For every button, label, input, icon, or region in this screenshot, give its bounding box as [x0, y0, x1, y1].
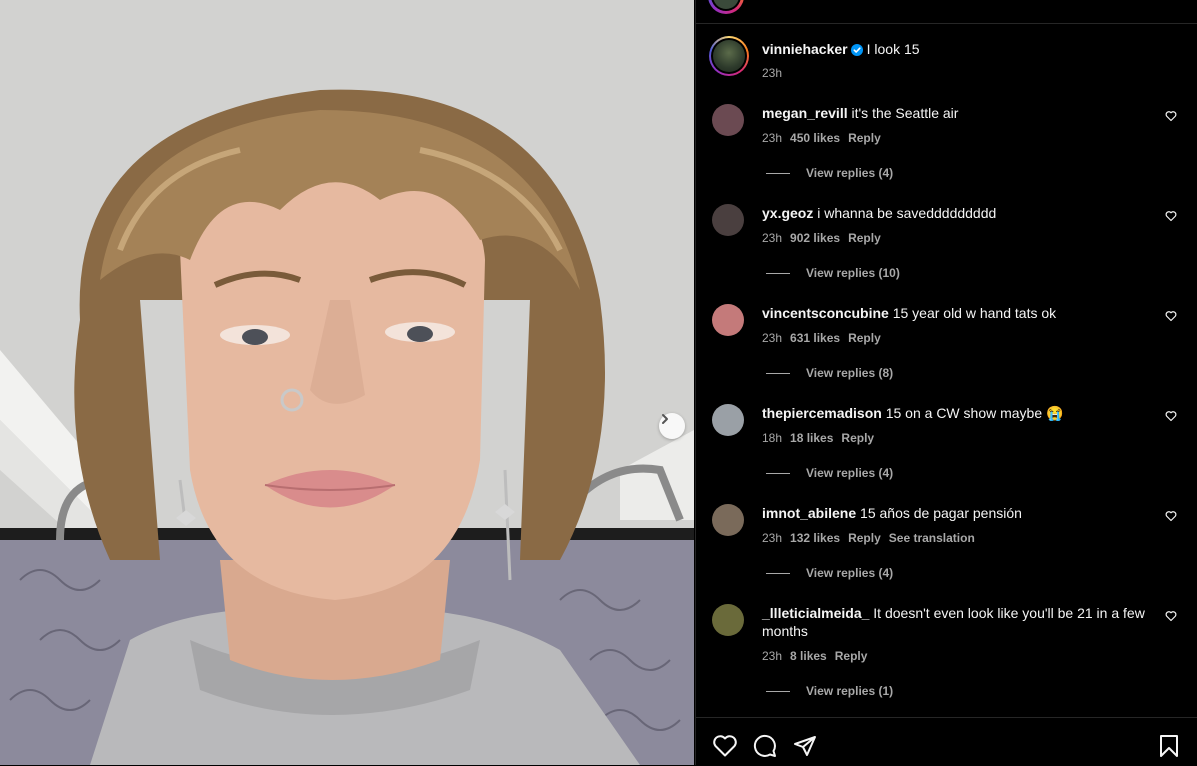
view-replies-button[interactable]: View replies (4)	[766, 466, 893, 480]
comment-meta: 23h 631 likes Reply	[762, 331, 889, 345]
view-replies-button[interactable]: View replies (8)	[766, 366, 893, 380]
author-username[interactable]: vinniehacker	[762, 41, 848, 57]
view-replies-button[interactable]: View replies (10)	[766, 266, 900, 280]
post-time: 23h	[762, 66, 783, 80]
view-replies-button[interactable]: View replies (1)	[766, 684, 893, 698]
comment-likes[interactable]: 450 likes	[790, 131, 840, 145]
heart-icon[interactable]	[1165, 510, 1177, 522]
share-icon[interactable]	[793, 734, 817, 758]
comment-meta: 18h 18 likes Reply	[762, 431, 882, 445]
comment-body: megan_revill it's the Seattle air	[762, 104, 1147, 122]
commenter-avatar[interactable]	[712, 604, 744, 636]
reply-button[interactable]: Reply	[848, 531, 881, 545]
heart-icon[interactable]	[1165, 610, 1177, 622]
commenter-username[interactable]: _llleticialmeida_	[762, 605, 869, 621]
heart-icon[interactable]	[1165, 310, 1177, 322]
comment-meta: 23h 902 likes Reply	[762, 231, 889, 245]
chevron-right-icon	[662, 414, 668, 424]
comment-body: vincentsconcubine 15 year old w hand tat…	[762, 304, 1147, 322]
comment-time: 23h	[762, 331, 783, 345]
comment-body: yx.geoz i whanna be saveddddddddd	[762, 204, 1147, 222]
comment-text: it's the Seattle air	[851, 105, 959, 121]
comment-text: 15 on a CW show maybe 😭	[885, 405, 1064, 421]
comment-meta: 23h 8 likes Reply	[762, 649, 875, 663]
view-replies-label: View replies (4)	[806, 566, 894, 580]
commenter-avatar[interactable]	[712, 104, 744, 136]
heart-icon[interactable]	[1165, 210, 1177, 222]
comment-time: 23h	[762, 131, 783, 145]
comment-time: 18h	[762, 431, 783, 445]
heart-icon[interactable]	[1165, 410, 1177, 422]
reply-button[interactable]: Reply	[848, 131, 881, 145]
commenter-avatar[interactable]	[712, 304, 744, 336]
view-replies-button[interactable]: View replies (4)	[766, 166, 893, 180]
commenter-avatar[interactable]	[712, 204, 744, 236]
view-replies-label: View replies (4)	[806, 166, 894, 180]
reply-button[interactable]: Reply	[848, 231, 881, 245]
reply-button[interactable]: Reply	[835, 649, 868, 663]
view-replies-label: View replies (8)	[806, 366, 894, 380]
view-replies-label: View replies (4)	[806, 466, 894, 480]
view-replies-label: View replies (1)	[806, 684, 894, 698]
view-replies-label: View replies (10)	[806, 266, 900, 280]
commenter-avatar[interactable]	[712, 404, 744, 436]
comment-likes[interactable]: 8 likes	[790, 649, 827, 663]
comment-meta: 23h 450 likes Reply	[762, 131, 889, 145]
commenter-username[interactable]: imnot_abilene	[762, 505, 856, 521]
comment-text: i whanna be saveddddddddd	[817, 205, 997, 221]
commenter-username[interactable]: thepiercemadison	[762, 405, 882, 421]
caption-text: I look 15	[866, 41, 920, 57]
comment-meta: 23h 132 likes Reply See translation	[762, 531, 983, 545]
comment-text: 15 años de pagar pensión	[860, 505, 1022, 521]
commenter-username[interactable]: vincentsconcubine	[762, 305, 889, 321]
post-action-bar	[696, 717, 1197, 766]
commenter-avatar[interactable]	[712, 504, 744, 536]
comment-likes[interactable]: 902 likes	[790, 231, 840, 245]
heart-icon[interactable]	[712, 734, 738, 758]
caption-text-row: vinniehacker I look 15	[762, 41, 920, 57]
reply-button[interactable]: Reply	[841, 431, 874, 445]
panel-header	[696, 0, 1197, 24]
comment-text: 15 year old w hand tats ok	[892, 305, 1057, 321]
comments-panel: vinniehacker I look 15 23h megan_revill i…	[695, 0, 1197, 765]
comment-time: 23h	[762, 649, 783, 663]
see-translation-button[interactable]: See translation	[889, 531, 975, 545]
post-image	[0, 0, 694, 765]
bookmark-icon[interactable]	[1158, 734, 1180, 758]
reply-button[interactable]: Reply	[848, 331, 881, 345]
comment-body: thepiercemadison 15 on a CW show maybe 😭	[762, 404, 1147, 422]
commenter-username[interactable]: yx.geoz	[762, 205, 813, 221]
post-photo	[0, 0, 694, 765]
header-avatar[interactable]	[708, 0, 744, 14]
carousel-next-button[interactable]	[659, 413, 685, 439]
commenter-username[interactable]: megan_revill	[762, 105, 848, 121]
author-avatar[interactable]	[709, 36, 749, 76]
comment-likes[interactable]: 18 likes	[790, 431, 833, 445]
comment-likes[interactable]: 132 likes	[790, 531, 840, 545]
view-replies-button[interactable]: View replies (4)	[766, 566, 893, 580]
comment-body: imnot_abilene 15 años de pagar pensión	[762, 504, 1147, 522]
heart-icon[interactable]	[1165, 110, 1177, 122]
verified-badge-icon	[850, 44, 863, 56]
comment-time: 23h	[762, 231, 783, 245]
comment-body: _llleticialmeida_ It doesn't even look l…	[762, 604, 1147, 640]
comment-icon[interactable]	[753, 734, 777, 758]
comment-likes[interactable]: 631 likes	[790, 331, 840, 345]
comment-time: 23h	[762, 531, 783, 545]
